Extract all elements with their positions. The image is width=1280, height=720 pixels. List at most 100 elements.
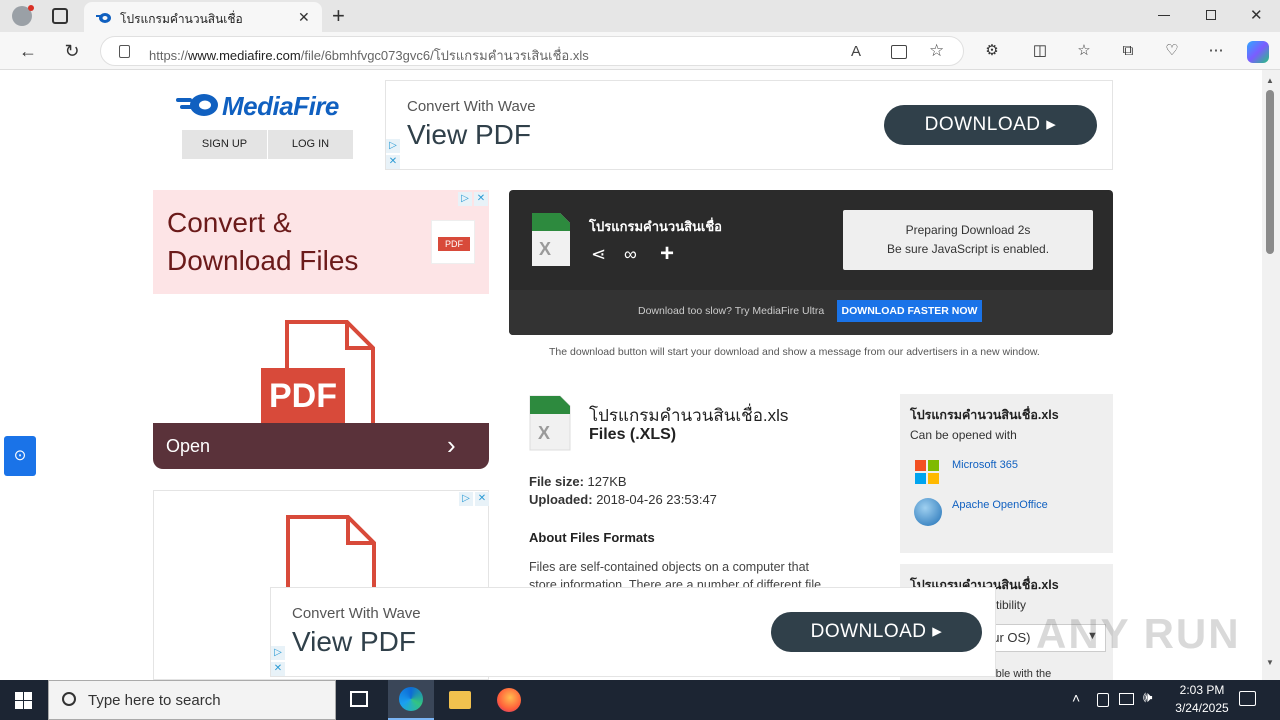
svg-text:X: X xyxy=(538,423,550,443)
compat-subtitle: tibility xyxy=(996,598,1027,612)
about-text-1: Files are self-contained objects on a co… xyxy=(529,560,810,574)
adchoices-icon[interactable]: ▷ xyxy=(459,492,473,506)
file-type-heading: Files (.XLS) xyxy=(589,426,677,443)
taskbar-search[interactable]: Type here to search xyxy=(48,680,336,720)
tab-active[interactable]: โปรแกรมคำนวนสินเชื่อ ✕ xyxy=(84,2,322,32)
app-link-openoffice[interactable]: Apache OpenOffice xyxy=(952,499,1048,511)
openoffice-icon xyxy=(914,498,942,526)
split-screen-icon[interactable]: ◫ xyxy=(1030,41,1050,61)
more-menu-icon[interactable]: ⋯ xyxy=(1206,41,1226,61)
ad-download-button[interactable]: DOWNLOAD ▸ xyxy=(884,105,1097,145)
xls-file-icon-large: X xyxy=(528,394,572,452)
app-link-microsoft-365[interactable]: Microsoft 365 xyxy=(952,459,1018,471)
ad-close-icon[interactable]: ✕ xyxy=(386,155,400,169)
tab-bar: โปรแกรมคำนวนสินเชื่อ ✕ + ✕ xyxy=(0,0,1280,32)
microsoft-365-icon xyxy=(915,460,939,484)
ad-title: View PDF xyxy=(292,626,416,657)
restore-icon[interactable] xyxy=(1206,10,1216,20)
mediafire-logo[interactable]: MediaFire xyxy=(174,88,354,122)
address-bar[interactable]: https://www.mediafire.com/file/6bmhfvgc0… xyxy=(100,36,964,66)
preparing-line-1: Preparing Download 2s xyxy=(905,223,1031,237)
ad-title: View PDF xyxy=(407,119,531,150)
read-aloud-icon[interactable]: A xyxy=(851,43,861,60)
refresh-icon[interactable]: ↻ xyxy=(62,41,82,61)
favorites-icon[interactable]: ☆ xyxy=(1074,41,1094,61)
edge-taskbar-icon[interactable] xyxy=(388,680,434,720)
scroll-down-icon[interactable]: ▼ xyxy=(1266,658,1274,667)
download-button[interactable]: Preparing Download 2s Be sure JavaScript… xyxy=(843,210,1093,270)
file-explorer-icon[interactable] xyxy=(449,691,471,709)
open-label: Open xyxy=(166,436,211,456)
back-icon[interactable]: ← xyxy=(18,41,38,61)
mediafire-logo-icon xyxy=(176,94,218,116)
side-ad-headline-2: Download Files xyxy=(167,245,359,276)
adchoices-icon[interactable]: ▷ xyxy=(271,646,285,660)
tab-title: โปรแกรมคำนวนสินเชื่อ xyxy=(120,12,243,26)
about-heading: About Files Formats xyxy=(529,530,655,545)
url-text[interactable]: https://www.mediafire.com/file/6bmhfvgc0… xyxy=(149,45,589,66)
search-placeholder: Type here to search xyxy=(88,692,221,709)
new-tab-icon[interactable]: + xyxy=(332,3,345,29)
immersive-reader-icon[interactable] xyxy=(891,45,907,59)
add-icon[interactable]: + xyxy=(660,240,674,268)
login-button[interactable]: LOG IN xyxy=(268,130,353,159)
clock-date[interactable]: 3/24/2025 xyxy=(1166,701,1238,715)
slow-text: Download too slow? Try MediaFire Ultra xyxy=(638,305,825,317)
ad-download-button[interactable]: DOWNLOAD ▸ xyxy=(771,612,982,652)
adchoices-icon[interactable]: ▷ xyxy=(386,139,400,153)
download-faster-button[interactable]: DOWNLOAD FASTER NOW xyxy=(837,300,982,322)
signup-button[interactable]: SIGN UP xyxy=(182,130,267,159)
minimize-icon[interactable] xyxy=(1158,15,1170,16)
share-icon[interactable]: ⋖ xyxy=(591,244,606,265)
tray-app-icon[interactable] xyxy=(1097,693,1109,707)
open-with-subtitle: Can be opened with xyxy=(910,428,1017,442)
ad-subtitle: Convert With Wave xyxy=(292,605,421,622)
ad-close-icon[interactable]: ✕ xyxy=(271,662,285,676)
scroll-thumb[interactable] xyxy=(1266,90,1274,254)
tray-chevron-up-icon[interactable]: ˄ xyxy=(1072,690,1080,706)
ad-close-icon[interactable]: ✕ xyxy=(475,492,489,506)
close-tab-icon[interactable]: ✕ xyxy=(298,9,310,26)
file-uploaded: Uploaded: 2018-04-26 23:53:47 xyxy=(529,492,717,507)
page-content: MediaFire SIGN UP LOG IN Convert With Wa… xyxy=(0,70,1262,680)
network-icon[interactable] xyxy=(1119,693,1134,705)
address-row: ← ↻ https://www.mediafire.com/file/6bmhf… xyxy=(0,32,1280,70)
anyrun-watermark: ANY RUN xyxy=(1036,610,1241,657)
side-ad-open-bar[interactable]: Open › xyxy=(153,423,489,469)
mediafire-favicon-icon xyxy=(96,11,112,23)
browser-essentials-icon[interactable]: ♡ xyxy=(1162,41,1182,61)
favorite-star-icon[interactable]: ☆ xyxy=(929,41,944,61)
xls-file-icon: X xyxy=(530,211,572,268)
volume-icon[interactable]: 🕪 xyxy=(1143,689,1152,706)
search-icon xyxy=(62,692,76,706)
scroll-up-icon[interactable]: ▲ xyxy=(1266,76,1274,85)
open-with-title: โปรแกรมคำนวนสินเชื่อ.xls xyxy=(910,408,1059,422)
extensions-icon[interactable]: ⚙ xyxy=(982,41,1002,61)
side-ad[interactable]: Convert & Download Files PDF ▷ ✕ PDF Ope… xyxy=(153,190,489,470)
ad-close-icon[interactable]: ✕ xyxy=(474,192,488,206)
firefox-icon[interactable] xyxy=(497,688,521,712)
side-ad-headline-1: Convert & xyxy=(167,207,292,238)
windows-start-icon[interactable] xyxy=(15,692,32,709)
file-name-heading: โปรแกรมคำนวนสินเชื่อ.xls xyxy=(589,406,789,425)
download-box: X โปรแกรมคำนวนสินเชื่อ ⋖ ∞ + Preparing D… xyxy=(509,190,1113,335)
clock-time[interactable]: 2:03 PM xyxy=(1172,683,1232,697)
file-size: File size: 127KB xyxy=(529,474,627,489)
task-view-icon[interactable] xyxy=(350,691,368,707)
open-with-panel: โปรแกรมคำนวนสินเชื่อ.xls Can be opened w… xyxy=(900,394,1113,553)
adchoices-icon[interactable]: ▷ xyxy=(458,192,472,206)
pdf-badge-icon: PDF xyxy=(431,220,475,264)
close-window-icon[interactable]: ✕ xyxy=(1250,6,1263,24)
collections-icon[interactable]: ⧉ xyxy=(1118,41,1138,61)
copy-link-icon[interactable]: ∞ xyxy=(624,244,637,265)
preparing-line-2: Be sure JavaScript is enabled. xyxy=(886,242,1050,256)
copilot-icon[interactable] xyxy=(1247,41,1269,63)
lock-icon[interactable] xyxy=(119,45,130,58)
notification-icon[interactable] xyxy=(1239,691,1256,706)
page-scrollbar[interactable]: ▲ ▼ xyxy=(1262,70,1280,680)
bottom-ad-banner[interactable]: Convert With Wave View PDF DOWNLOAD ▸ ▷ … xyxy=(270,587,996,677)
floating-feedback-button[interactable]: ⊙ xyxy=(4,436,36,476)
tab-actions-icon[interactable] xyxy=(52,8,68,24)
top-ad-banner[interactable]: Convert With Wave View PDF DOWNLOAD ▸ ▷ … xyxy=(385,80,1113,170)
pdf-file-icon: PDF xyxy=(261,320,375,440)
